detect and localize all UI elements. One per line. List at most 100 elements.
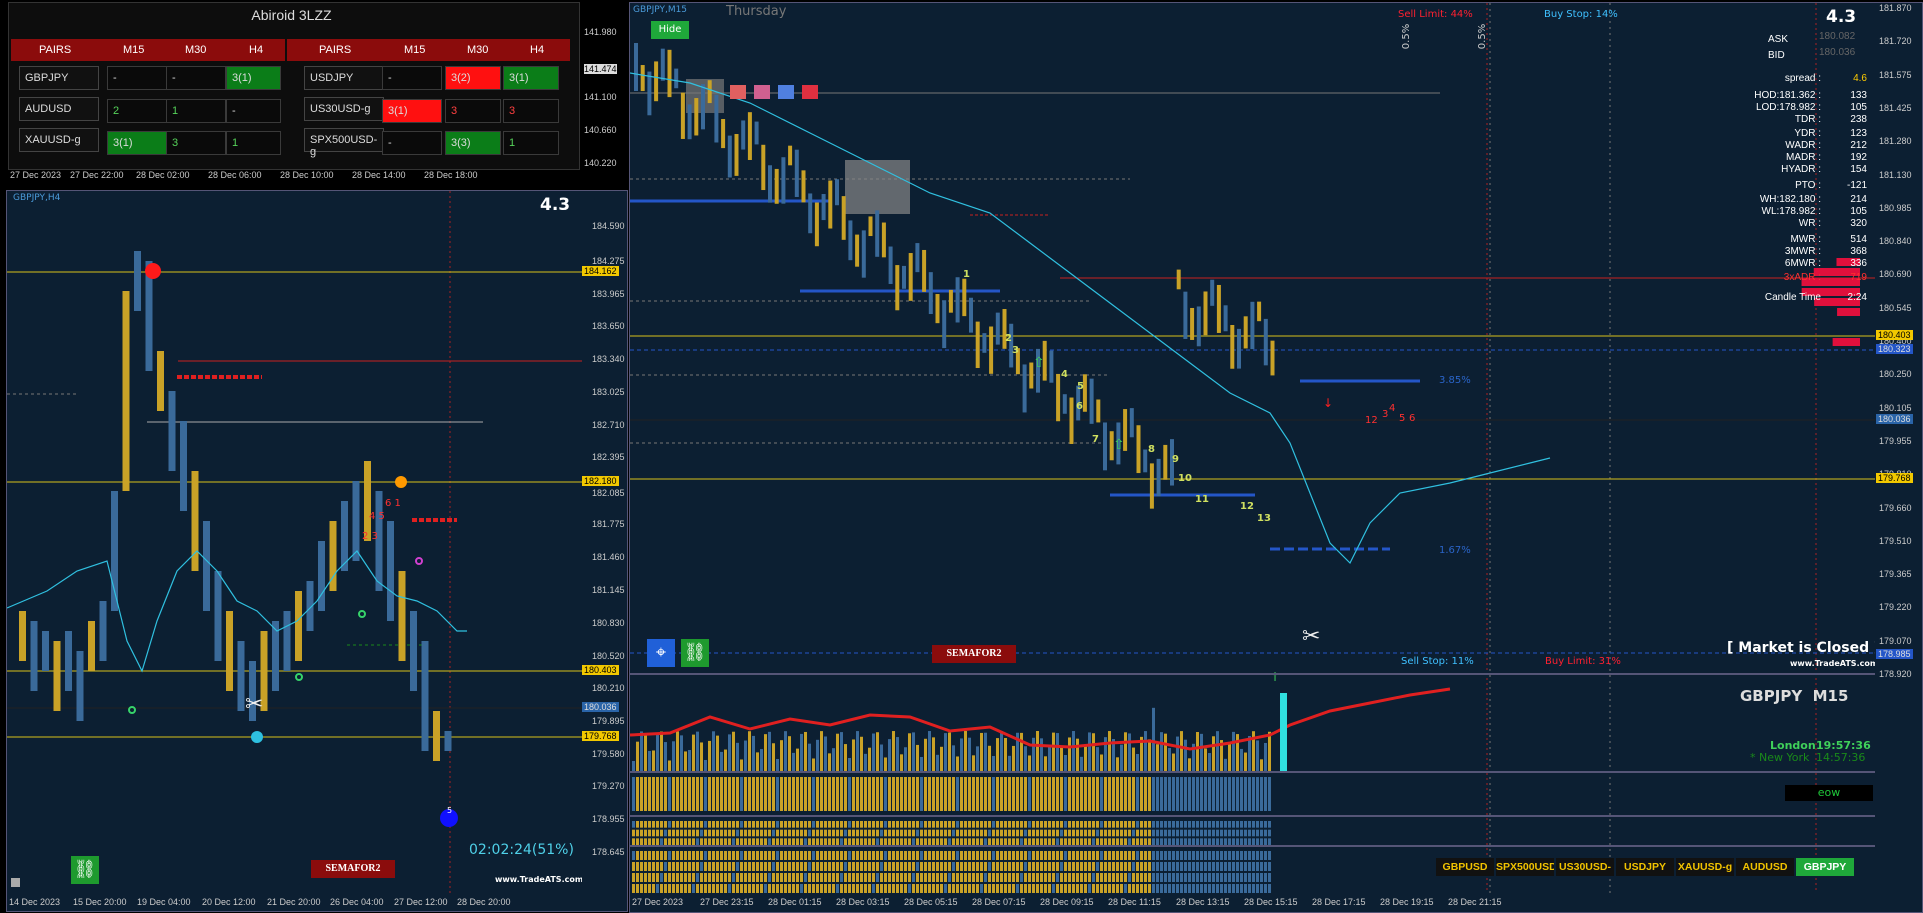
sell-stop-label: Sell Stop: 11%	[1401, 656, 1474, 667]
stat-key: 6MWR :	[1784, 258, 1821, 269]
candle	[180, 421, 187, 511]
symbol-button-xauusd[interactable]: XAUUSD-g	[1676, 858, 1734, 876]
date-label: 27 Dec 12:00	[394, 897, 448, 907]
symbol-button-gbpjpy[interactable]: GBPJPY	[1796, 858, 1854, 876]
h4-price-axis: 184.590 184.275 183.965 183.650 183.340 …	[582, 191, 627, 895]
wave-label: 10	[1178, 473, 1192, 484]
volume-canvas	[629, 687, 1451, 771]
candle	[433, 711, 440, 761]
stat-value: 336	[1850, 258, 1867, 269]
stat-value: 105	[1850, 206, 1867, 217]
pair-usdjpy[interactable]: USDJPY	[304, 66, 384, 90]
stat-key: WADR :	[1785, 140, 1821, 151]
price-label: 181.425	[1879, 102, 1912, 113]
stat-value: 192	[1850, 152, 1867, 163]
symbol-button-gbpusd[interactable]: GBPUSD	[1436, 858, 1494, 876]
candle	[134, 251, 141, 311]
candle	[352, 481, 360, 561]
stat-value: 719	[1850, 272, 1867, 283]
wave-label: 1	[963, 269, 970, 280]
pct-385-label: 3.85%	[1439, 375, 1471, 386]
candle	[122, 291, 130, 491]
candle	[444, 731, 452, 751]
stat-key: Candle Time	[1764, 292, 1821, 303]
signal-cell: 3(1)	[503, 66, 559, 90]
pair-audusd[interactable]: AUDUSD	[19, 97, 99, 121]
crosshair-icon[interactable]: ⌖	[647, 639, 675, 667]
stat-key: YDR :	[1794, 128, 1821, 139]
candle	[283, 611, 291, 671]
level-tag: 179.768	[1876, 473, 1913, 483]
svg-text:4 5: 4 5	[369, 511, 385, 522]
gbpjpy-m15-chart[interactable]: ✂ ↓ ↑ ⇧ ⇧ 1 2 3 4 5 6 7 8 9 10 11 12 13 …	[629, 2, 1923, 913]
svg-text:2 3: 2 3	[362, 531, 378, 542]
price-label: 179.220	[1879, 602, 1912, 613]
stat-key: 3MWR :	[1784, 246, 1821, 257]
link-icon[interactable]: ⛓	[681, 639, 709, 667]
price-label: 180.840	[1879, 236, 1912, 247]
symbol-button-us30usd[interactable]: US30USD-g	[1556, 858, 1614, 876]
price-label: 179.365	[1879, 569, 1912, 580]
pair-us30usd[interactable]: US30USD-g	[304, 97, 384, 121]
wave-label: 11	[1195, 494, 1209, 505]
trend-subwindow-2	[630, 815, 1875, 845]
signal-cell: 3	[445, 99, 501, 123]
semafor-low-marker	[251, 731, 263, 743]
price-label: 182.085	[592, 488, 625, 498]
3lzz-dashboard: Abiroid 3LZZ PAIRS M15 M30 H4 PAIRS M15 …	[8, 2, 580, 170]
price-label: 180.520	[592, 651, 625, 661]
candle	[387, 521, 394, 621]
price-label: 180.545	[1879, 302, 1912, 313]
header-h4: H4	[530, 44, 545, 56]
dashboard-price-axis: 141.980 141.474 141.100 140.660 140.220	[580, 0, 625, 180]
price-label: 179.070	[1879, 635, 1912, 646]
h4-time-axis: 14 Dec 2023 15 Dec 20:00 19 Dec 04:00 20…	[7, 895, 627, 911]
date-label: 27 Dec 22:00	[70, 170, 124, 180]
price-label: 181.720	[1879, 36, 1912, 47]
pair-spx500usd[interactable]: SPX500USD-g	[304, 128, 384, 158]
date-label: 28 Dec 09:15	[1040, 897, 1094, 907]
level-tag: 182.180	[582, 476, 619, 486]
price-label: 178.920	[1879, 669, 1912, 679]
signal-cell: 1	[166, 99, 226, 123]
date-label: 26 Dec 04:00	[330, 897, 384, 907]
date-label: 21 Dec 20:00	[267, 897, 321, 907]
dashboard-header-right: PAIRS M15 M30 H4	[287, 39, 570, 61]
candle	[226, 611, 233, 691]
price-label: 181.870	[1879, 3, 1912, 13]
eow-label: eow	[1785, 785, 1873, 801]
hide-button[interactable]: Hide	[651, 21, 689, 39]
level-tag: 180.323	[1876, 344, 1913, 354]
level-tag: 180.403	[1876, 330, 1913, 340]
pair-gbpjpy[interactable]: GBPJPY	[19, 66, 99, 90]
pair-xauusd[interactable]: XAUUSD-g	[19, 128, 99, 152]
price-label: 181.280	[1879, 136, 1912, 147]
price-label: 180.210	[592, 683, 625, 693]
price-label: 179.580	[592, 749, 625, 759]
price-label: 180.690	[1879, 269, 1912, 280]
stat-value: 154	[1850, 164, 1867, 175]
ask-label: ASK	[1768, 34, 1789, 45]
date-label: 28 Dec 19:15	[1380, 897, 1434, 907]
header-h4: H4	[249, 44, 264, 56]
candle	[410, 611, 417, 691]
stat-key: LOD:178.982 :	[1755, 102, 1821, 113]
scroll-square-icon[interactable]	[11, 878, 20, 887]
price-label: 183.650	[592, 321, 625, 331]
candle	[53, 641, 61, 711]
m15-score: 4.3	[1826, 7, 1857, 27]
symbol-button-spx500usd[interactable]: SPX500USD-g	[1496, 858, 1554, 876]
date-label: 28 Dec 11:15	[1108, 897, 1161, 907]
link-icon[interactable]: ⛓	[71, 856, 99, 884]
session-newyork: * New York	[1750, 751, 1810, 764]
stat-key: WL:178.982 :	[1761, 206, 1821, 217]
svg-text:6 1: 6 1	[385, 498, 401, 509]
gbpjpy-h4-chart[interactable]: 2 3 4 5 6 1 ✂ 5 GBPJPY,H4 4.3 02:02:24(5…	[6, 190, 628, 912]
symbol-button-audusd[interactable]: AUDUSD	[1736, 858, 1794, 876]
signal-cell: 3(1)	[226, 66, 281, 90]
level-tag: 179.768	[582, 731, 619, 741]
signal-cell: 1	[503, 131, 559, 155]
wave-label: 4	[1061, 369, 1068, 380]
price-label: 178.645	[592, 847, 625, 857]
symbol-button-usdjpy[interactable]: USDJPY	[1616, 858, 1674, 876]
